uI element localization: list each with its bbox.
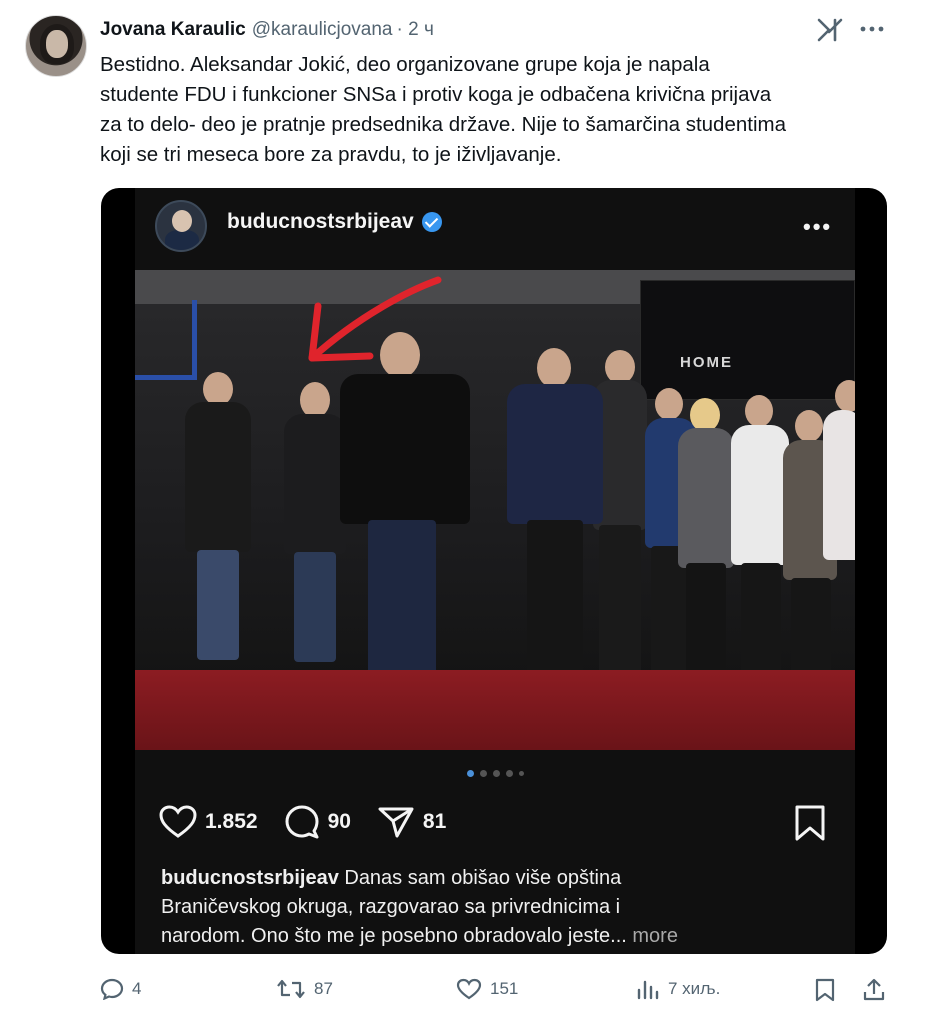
carousel-dot xyxy=(505,770,513,777)
comment-icon xyxy=(285,805,319,839)
arena-banner xyxy=(640,280,855,400)
tweet-text-line: Bestidno. Aleksandar Jokić, deo organizo… xyxy=(100,53,710,76)
author-avatar[interactable] xyxy=(25,15,87,77)
caption-line: Danas sam obišao više opština xyxy=(338,867,622,889)
views-button[interactable]: 7 хиљ. xyxy=(636,978,720,1000)
instagram-username: buducnostsrbijeav xyxy=(227,210,442,234)
carousel-dot xyxy=(466,770,474,777)
comments-count: 90 xyxy=(327,810,351,833)
views-chart-icon xyxy=(637,980,659,1000)
caption-more-link: more xyxy=(626,925,678,947)
reply-button[interactable]: 4 xyxy=(100,978,141,1000)
tweet-text-line: studente FDU i funkcioner SNSa i protiv … xyxy=(100,83,772,106)
shares-count: 81 xyxy=(422,810,447,833)
author-handle[interactable]: @karaulicjovana xyxy=(252,19,393,41)
tweet: Jovana Karaulic @karaulicjovana · 2 ч Be… xyxy=(0,0,929,1024)
like-count: 151 xyxy=(490,979,519,998)
bookmark-button[interactable] xyxy=(814,978,844,1002)
embedded-instagram-screenshot[interactable]: buducnostsrbijeav ••• HOME 1.852 90 81 b… xyxy=(101,188,887,954)
author-name[interactable]: Jovana Karaulic xyxy=(100,19,246,41)
grok-icon[interactable] xyxy=(815,16,845,44)
like-button[interactable]: 151 xyxy=(456,978,518,1000)
likes-count: 1.852 xyxy=(205,810,258,833)
more-icon[interactable] xyxy=(858,18,886,40)
banner-text: HOME xyxy=(680,354,733,371)
save-icon xyxy=(795,805,825,841)
caption-line: narodom. Ono što me je posebno obradoval… xyxy=(161,925,627,947)
tweet-text-line: za to delo- deo je pratnje predsednika d… xyxy=(100,113,786,136)
reply-icon xyxy=(100,978,124,1000)
caption-username: buducnostsrbijeav xyxy=(161,867,339,889)
retweet-button[interactable]: 87 xyxy=(276,978,333,1000)
like-heart-icon xyxy=(456,978,482,1000)
retweet-icon xyxy=(277,979,305,999)
caption-line: Braničevskog okruga, razgovarao sa privr… xyxy=(161,896,621,918)
post-caption: buducnostsrbijeav Danas sam obišao više … xyxy=(161,864,841,951)
share-button[interactable] xyxy=(862,978,894,1002)
retweet-count: 87 xyxy=(314,979,333,998)
red-carpet xyxy=(135,670,855,750)
tweet-time[interactable]: · 2 ч xyxy=(397,19,434,41)
carousel-dot xyxy=(479,770,487,777)
instagram-actions: 1.852 90 81 xyxy=(159,802,472,842)
share-upload-icon xyxy=(863,978,885,1001)
share-icon xyxy=(378,807,414,838)
tweet-header: Jovana Karaulic @karaulicjovana · 2 ч xyxy=(100,16,434,44)
tweet-text: Bestidno. Aleksandar Jokić, deo organizo… xyxy=(100,50,900,170)
instagram-avatar xyxy=(155,200,207,252)
verified-badge-icon xyxy=(421,212,442,232)
carousel-dot xyxy=(492,770,500,777)
bookmark-icon xyxy=(815,978,835,1002)
views-count: 7 хиљ. xyxy=(668,979,721,998)
instagram-username-text: buducnostsrbijeav xyxy=(227,210,414,233)
red-arrow-annotation xyxy=(308,276,442,362)
post-photo: HOME xyxy=(135,270,855,750)
tweet-text-line: koji se tri meseca bore za pravdu, to je… xyxy=(100,143,562,166)
carousel-dots xyxy=(135,770,855,777)
reply-count: 4 xyxy=(132,979,142,998)
heart-icon xyxy=(159,805,197,838)
carousel-dot xyxy=(518,771,524,776)
instagram-more-icon: ••• xyxy=(803,214,833,239)
tweet-actions: 4 87 151 7 хиљ. xyxy=(96,974,896,1008)
